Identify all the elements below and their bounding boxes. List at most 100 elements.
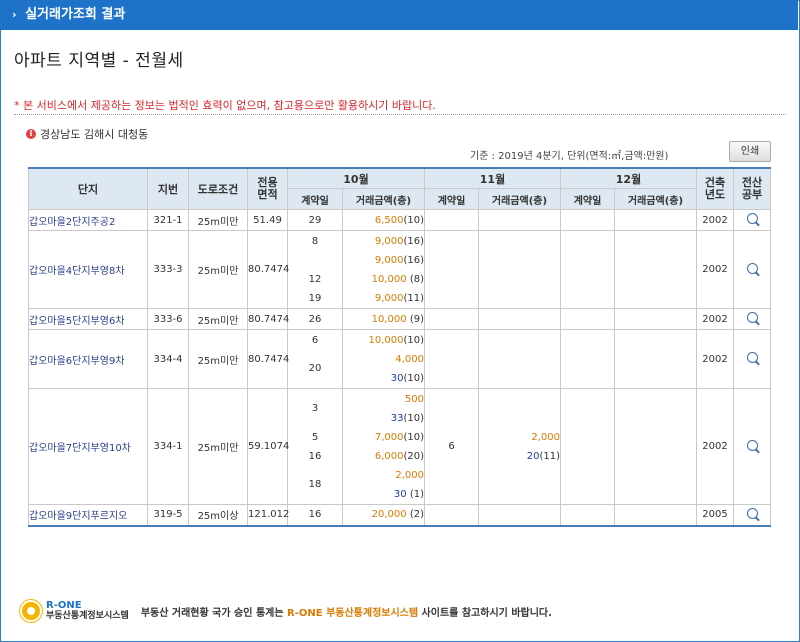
ledger-cell bbox=[733, 504, 771, 526]
r-one-logo-icon bbox=[20, 600, 42, 622]
deal-amount-cell bbox=[478, 308, 561, 330]
deal-amount-line: 9,000(16) bbox=[343, 251, 424, 270]
contract-day-cell bbox=[424, 230, 479, 309]
ledger-cell bbox=[733, 308, 771, 330]
header-nov: 11월 bbox=[424, 167, 561, 189]
deal-amount-cell bbox=[614, 308, 697, 330]
deposit-amount: 9,000 bbox=[374, 235, 404, 247]
r-one-logo[interactable]: R-ONE 부동산통계정보시스템 bbox=[20, 600, 129, 622]
header-deal-amount: 거래금액(층) bbox=[478, 188, 561, 210]
deal-amount-line: 4,000 bbox=[343, 350, 424, 369]
table-row: 갑오마을5단지부영6차 333-6 25m미만 80.7474 26 10,000 (9)… bbox=[28, 308, 771, 330]
contract-day: 12 bbox=[308, 273, 322, 285]
table-row: 갑오마을2단지주공2 321-1 25m미만 51.49 29 6,500(10) 2002 bbox=[28, 209, 771, 231]
contract-day: 6 bbox=[448, 440, 455, 452]
contract-day-cell bbox=[560, 388, 615, 505]
header-road: 도로조건 bbox=[188, 167, 248, 210]
magnifier-icon[interactable] bbox=[746, 262, 758, 274]
floor: (9) bbox=[406, 313, 424, 325]
print-button[interactable]: 인쇄 bbox=[729, 141, 771, 162]
contract-day: 18 bbox=[308, 478, 322, 490]
deal-amount-cell: 2,000 20(11) bbox=[478, 388, 561, 505]
magnifier-icon[interactable] bbox=[746, 352, 758, 363]
deal-amount-cell: 10,000(10) 4,000 30(10) bbox=[342, 329, 425, 389]
contract-day-cell bbox=[560, 329, 615, 389]
basis-text: 기준 : 2019년 4분기, 단위(면적:㎡,금액:만원) bbox=[470, 151, 669, 162]
header-contract-day: 계약일 bbox=[560, 188, 615, 210]
contract-day: 5 bbox=[311, 431, 319, 443]
built-year: 2002 bbox=[696, 388, 734, 505]
deal-amount-line: 20,000 (2) bbox=[343, 505, 424, 524]
deal-amount-line: 10,000 (9) bbox=[343, 310, 424, 329]
contract-day-cell bbox=[424, 209, 479, 231]
monthly-rent: 20 bbox=[526, 450, 540, 462]
complex-name[interactable]: 갑오마을2단지주공2 bbox=[28, 209, 148, 231]
deposit-amount: 9,000 bbox=[374, 292, 404, 304]
results-table: 단지 지번 도로조건 전용 면적 10월 11월 12월 건축 년도 전산 공부… bbox=[28, 167, 771, 527]
deal-amount-line: 30 (1) bbox=[343, 485, 424, 504]
built-year: 2002 bbox=[696, 230, 734, 309]
deal-amount-line: 9,000(11) bbox=[343, 289, 424, 308]
deal-amount-cell bbox=[478, 329, 561, 389]
deal-amount-cell bbox=[614, 209, 697, 231]
chevron-right-icon: › bbox=[12, 8, 17, 21]
table-row: 갑오마을4단지부영8차 333-3 25m미만 80.7474 8 12 19 9,000(1… bbox=[28, 230, 771, 309]
contract-day-cell: 6 20 bbox=[287, 329, 343, 389]
lot-number: 333-6 bbox=[147, 308, 189, 330]
magnifier-icon[interactable] bbox=[746, 507, 758, 519]
exclusive-area: 121.012 bbox=[247, 504, 289, 526]
exclusive-area: 80.7474 bbox=[247, 308, 289, 330]
contract-day-cell bbox=[424, 504, 479, 526]
complex-name[interactable]: 갑오마을5단지부영6차 bbox=[28, 308, 148, 330]
deposit-amount: 10,000 bbox=[371, 273, 407, 285]
exclusive-area: 80.7474 bbox=[247, 329, 289, 389]
header-contract-day: 계약일 bbox=[287, 188, 343, 210]
complex-name[interactable]: 갑오마을4단지부영8차 bbox=[28, 230, 148, 309]
complex-name[interactable]: 갑오마을6단지부영9차 bbox=[28, 329, 148, 389]
header-ledger: 전산 공부 bbox=[733, 167, 771, 210]
contract-day-cell bbox=[560, 209, 615, 231]
built-year: 2002 bbox=[696, 209, 734, 231]
contract-day-cell bbox=[560, 230, 615, 309]
header-complex: 단지 bbox=[28, 167, 148, 210]
magnifier-icon[interactable] bbox=[746, 213, 758, 224]
exclusive-area: 59.1074 bbox=[247, 388, 289, 505]
lot-number: 319-5 bbox=[147, 504, 189, 526]
magnifier-icon[interactable] bbox=[746, 439, 758, 451]
deal-amount-cell bbox=[614, 388, 697, 505]
contract-day: 29 bbox=[308, 214, 322, 226]
magnifier-icon[interactable] bbox=[746, 312, 758, 323]
complex-name[interactable]: 갑오마을7단지부영10차 bbox=[28, 388, 148, 505]
deal-amount-cell: 500 33(10) 7,000(10) 6,000(20) 2,000 30 (1) bbox=[342, 388, 425, 505]
page-title: 아파트 지역별 - 전월세 bbox=[14, 51, 184, 71]
road-condition: 25m이상 bbox=[188, 504, 248, 526]
contract-day: 16 bbox=[308, 450, 322, 462]
built-year: 2002 bbox=[696, 308, 734, 330]
floor: (2) bbox=[406, 509, 424, 521]
deal-amount-line: 6,500(10) bbox=[343, 211, 424, 230]
deposit-amount: 2,000 bbox=[531, 431, 560, 443]
complex-name[interactable]: 갑오마을9단지푸르지오 bbox=[28, 504, 148, 526]
deposit-amount: 9,000 bbox=[374, 254, 404, 266]
floor: (11) bbox=[403, 292, 424, 304]
header-lot: 지번 bbox=[147, 167, 189, 210]
location-label: 경상남도 김해시 대청동 bbox=[40, 128, 149, 141]
contract-day-cell: 26 bbox=[287, 308, 343, 330]
contract-day-cell bbox=[560, 504, 615, 526]
deal-amount-cell bbox=[478, 209, 561, 231]
floor: (16) bbox=[403, 254, 424, 266]
footer-msg-after: 사이트를 참고하시기 바랍니다. bbox=[418, 607, 552, 619]
deal-amount-cell bbox=[614, 504, 697, 526]
table-row: 갑오마을9단지푸르지오 319-5 25m이상 121.012 16 20,000 (2)… bbox=[28, 504, 771, 526]
ledger-cell bbox=[733, 209, 771, 231]
notice-text: * 본 서비스에서 제공하는 정보는 법적인 효력이 없으며, 참고용으로만 활… bbox=[14, 99, 436, 112]
floor: (20) bbox=[403, 450, 424, 462]
deal-amount-line: 30(10) bbox=[343, 369, 424, 388]
deal-amount-line: 2,000 bbox=[479, 428, 560, 447]
monthly-rent: 30 bbox=[390, 372, 404, 384]
contract-day: 3 bbox=[311, 402, 319, 414]
deal-amount-line: 2,000 bbox=[343, 466, 424, 485]
table-row: 갑오마을7단지부영10차 334-1 25m미만 59.1074 3 5 16 18 500 33… bbox=[28, 388, 771, 505]
footer-r-one-link[interactable]: R-ONE 부동산통계정보시스템 bbox=[287, 608, 418, 619]
lot-number: 321-1 bbox=[147, 209, 189, 231]
